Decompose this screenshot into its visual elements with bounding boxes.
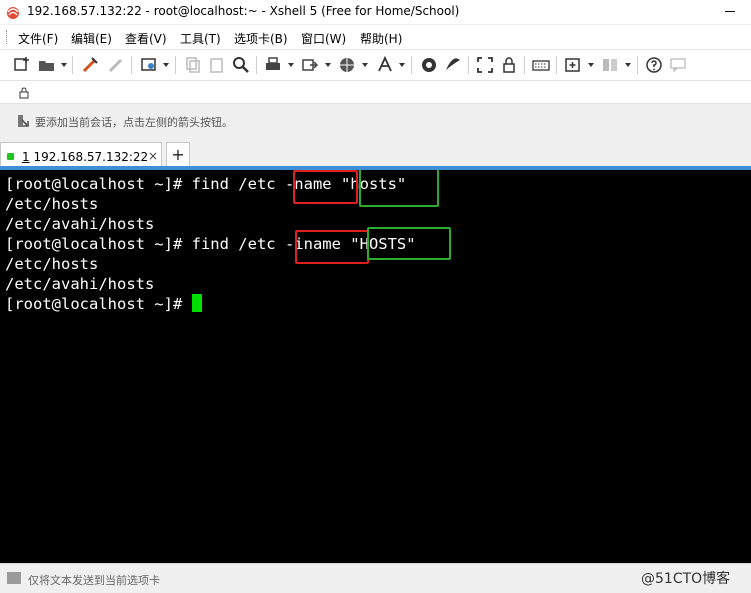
add-tab-button[interactable]: + — [166, 142, 190, 168]
toolbar-separator — [556, 56, 557, 74]
xftp-icon[interactable] — [419, 55, 439, 75]
menu-bar: 文件(F) 编辑(E) 查看(V) 工具(T) 选项卡(B) 窗口(W) 帮助(… — [0, 25, 751, 50]
toolbar-separator — [131, 56, 132, 74]
send-text-icon[interactable] — [7, 572, 21, 584]
terminal-area[interactable]: [root@localhost ~]# find /etc -name "hos… — [0, 170, 751, 563]
terminal-prompt-line: [root@localhost ~]# — [5, 294, 202, 314]
terminal-line-3: /etc/avahi/hosts — [5, 215, 155, 233]
copy-icon[interactable] — [183, 55, 203, 75]
toolbar-separator — [175, 56, 176, 74]
print-icon[interactable] — [263, 55, 283, 75]
menu-view[interactable]: 查看(V) — [125, 30, 167, 47]
terminal-line-5: /etc/hosts — [5, 255, 99, 273]
open-dropdown-icon[interactable] — [61, 63, 67, 67]
toolbar-separator — [256, 56, 257, 74]
highlight-box-iname-option — [295, 230, 369, 264]
status-bar: 仅将文本发送到当前选项卡 @51CTO博客 — [0, 563, 751, 593]
highlight-box-hosts-pattern — [359, 170, 439, 207]
menu-grip — [6, 30, 9, 44]
help-icon[interactable] — [644, 55, 664, 75]
lock-icon[interactable] — [499, 55, 519, 75]
terminal-line-6: /etc/avahi/hosts — [5, 275, 155, 293]
tab-close-icon[interactable]: × — [148, 149, 158, 163]
highlight-box-hosts-upper-pattern — [367, 227, 451, 260]
transfer-dropdown-icon[interactable] — [325, 63, 331, 67]
layout-icon[interactable] — [600, 55, 620, 75]
font-dropdown-icon[interactable] — [399, 63, 405, 67]
toolbar-separator — [524, 56, 525, 74]
globe-icon[interactable] — [337, 55, 357, 75]
toolbar-separator — [468, 56, 469, 74]
xshell-logo-icon — [7, 7, 19, 19]
menu-edit[interactable]: 编辑(E) — [71, 30, 112, 47]
disconnect-icon[interactable] — [106, 55, 126, 75]
status-text: 仅将文本发送到当前选项卡 — [28, 574, 160, 587]
session-hint-bar: 要添加当前会话，点击左侧的箭头按钮。 — [0, 108, 751, 132]
toolbar-separator — [72, 56, 73, 74]
transfer-icon[interactable] — [300, 55, 320, 75]
menu-help[interactable]: 帮助(H) — [360, 30, 402, 47]
toolbar — [0, 50, 751, 81]
toolbar-separator — [637, 56, 638, 74]
address-bar[interactable] — [0, 81, 751, 104]
chat-icon[interactable] — [668, 55, 688, 75]
open-folder-icon[interactable] — [37, 55, 57, 75]
layout-dropdown-icon[interactable] — [625, 63, 631, 67]
menu-tabs[interactable]: 选项卡(B) — [234, 30, 288, 47]
tab-host: 192.168.57.132:22 — [29, 150, 149, 164]
tab-session-1[interactable]: 1 192.168.57.132:22 × — [0, 142, 162, 168]
tab-bar: 1 192.168.57.132:22 × + — [0, 138, 751, 168]
fullscreen-icon[interactable] — [475, 55, 495, 75]
properties-dropdown-icon[interactable] — [163, 63, 169, 67]
reconnect-icon[interactable] — [80, 55, 100, 75]
new-tab-icon[interactable] — [563, 55, 583, 75]
menu-file[interactable]: 文件(F) — [18, 30, 58, 47]
new-tab-dropdown-icon[interactable] — [588, 63, 594, 67]
connected-status-icon — [7, 153, 14, 160]
globe-dropdown-icon[interactable] — [362, 63, 368, 67]
tab-label: 1 192.168.57.132:22 — [22, 150, 148, 164]
menu-tools[interactable]: 工具(T) — [180, 30, 221, 47]
terminal-prompt: [root@localhost ~]# — [5, 295, 192, 313]
session-hint-text: 要添加当前会话，点击左侧的箭头按钮。 — [35, 116, 233, 129]
new-session-icon[interactable] — [12, 55, 32, 75]
xshell-fx-icon[interactable] — [443, 55, 463, 75]
title-bar: 192.168.57.132:22 - root@localhost:~ - X… — [0, 0, 751, 24]
find-icon[interactable] — [231, 55, 251, 75]
terminal-cursor — [191, 294, 202, 312]
watermark: @51CTO博客 — [641, 571, 731, 587]
tab-number: 1 — [22, 150, 30, 164]
terminal-line-2: /etc/hosts — [5, 195, 99, 213]
address-lock-icon — [19, 87, 29, 99]
highlight-box-name-option — [293, 170, 358, 204]
font-icon[interactable] — [375, 55, 395, 75]
minimize-button[interactable] — [712, 0, 748, 24]
paste-icon[interactable] — [207, 55, 227, 75]
properties-icon[interactable] — [139, 55, 159, 75]
print-dropdown-icon[interactable] — [288, 63, 294, 67]
toolbar-separator — [411, 56, 412, 74]
add-session-arrow-icon[interactable] — [16, 113, 32, 129]
window-title: 192.168.57.132:22 - root@localhost:~ - X… — [27, 4, 460, 18]
keyboard-icon[interactable] — [531, 55, 551, 75]
menu-window[interactable]: 窗口(W) — [301, 30, 346, 47]
